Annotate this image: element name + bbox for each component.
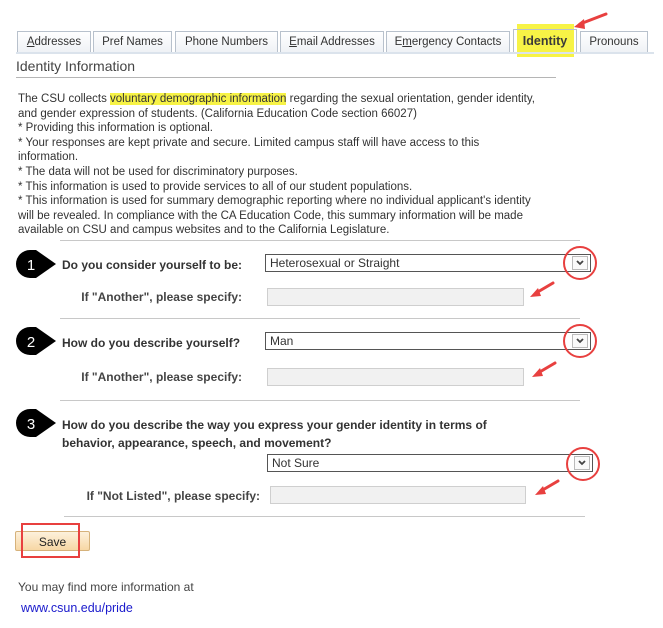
question-3-label-line2: behavior, appearance, speech, and moveme… [62, 436, 332, 450]
tab-label: Phone Numbers [184, 36, 269, 48]
annotation-arrow-icon [574, 12, 608, 29]
specify-label: If "Another", please specify: [81, 290, 242, 304]
step-3-badge-icon: 3 [16, 409, 56, 437]
section-title: Identity Information [16, 58, 136, 74]
divider [60, 240, 580, 241]
tab-addresses[interactable]: Addresses [17, 31, 91, 53]
intro-bullet: * Your responses are kept private and se… [18, 136, 480, 164]
divider [60, 400, 580, 401]
gender-expression-select[interactable]: Not Sure [267, 454, 593, 472]
annotation-arrow-icon [532, 361, 557, 377]
svg-text:3: 3 [27, 416, 35, 433]
tab-pref-names[interactable]: Pref Names [93, 31, 172, 53]
annotation-arrow-icon [535, 479, 560, 495]
intro-lead: The CSU collects voluntary demographic i… [18, 93, 535, 120]
divider [64, 516, 585, 517]
tab-bar-underline [16, 52, 654, 54]
svg-text:2: 2 [27, 334, 35, 351]
question-1-label: Do you consider yourself to be: [62, 258, 243, 272]
chevron-down-icon[interactable] [572, 334, 588, 348]
annotation-arrow-icon [530, 281, 555, 297]
intro-bullet: * Providing this information is optional… [18, 122, 213, 135]
chevron-down-icon[interactable] [572, 256, 588, 270]
title-divider [16, 77, 556, 78]
tab-label: Emergency Contacts [394, 36, 502, 48]
tab-label: Pronouns [589, 36, 639, 48]
svg-text:1: 1 [27, 257, 35, 274]
tab-label: Pref Names [102, 36, 163, 48]
question-3-label-line1: How do you describe the way you express … [62, 418, 487, 432]
divider [60, 318, 580, 319]
sexual-orientation-specify-input[interactable] [267, 288, 524, 306]
intro-bullet: * This information is used to provide se… [18, 180, 413, 193]
selected-value: Man [270, 334, 294, 348]
tab-label: Identity [522, 34, 568, 48]
pride-link[interactable]: www.csun.edu/pride [21, 601, 133, 615]
gender-expression-specify-input[interactable] [270, 486, 526, 504]
save-button[interactable]: Save [15, 531, 90, 551]
tab-identity[interactable]: Identity [513, 29, 577, 54]
intro-bullet: * The data will not be used for discrimi… [18, 165, 298, 178]
gender-identity-select[interactable]: Man [265, 332, 591, 350]
tab-email-addresses[interactable]: Email Addresses [280, 31, 384, 53]
selected-value: Not Sure [272, 456, 320, 470]
highlighted-phrase: voluntary demographic information [110, 93, 287, 105]
specify-label: If "Not Listed", please specify: [86, 489, 260, 503]
intro-text: The CSU collects voluntary demographic i… [18, 92, 538, 238]
tab-pronouns[interactable]: Pronouns [580, 31, 648, 53]
selected-value: Heterosexual or Straight [270, 256, 400, 270]
chevron-down-icon[interactable] [574, 456, 590, 470]
question-2-label: How do you describe yourself? [62, 336, 241, 350]
gender-identity-specify-input[interactable] [267, 368, 524, 386]
tab-phone-numbers[interactable]: Phone Numbers [175, 31, 278, 53]
sexual-orientation-select[interactable]: Heterosexual or Straight [265, 254, 591, 272]
specify-label: If "Another", please specify: [81, 370, 242, 384]
tab-emergency-contacts[interactable]: Emergency Contacts [386, 31, 510, 53]
step-1-badge-icon: 1 [16, 250, 56, 278]
intro-bullet: * This information is used for summary d… [18, 195, 531, 237]
tab-label: Addresses [26, 36, 82, 48]
tab-label: Email Addresses [289, 36, 375, 48]
more-info-text: You may find more information at [18, 580, 194, 594]
step-2-badge-icon: 2 [16, 327, 56, 355]
